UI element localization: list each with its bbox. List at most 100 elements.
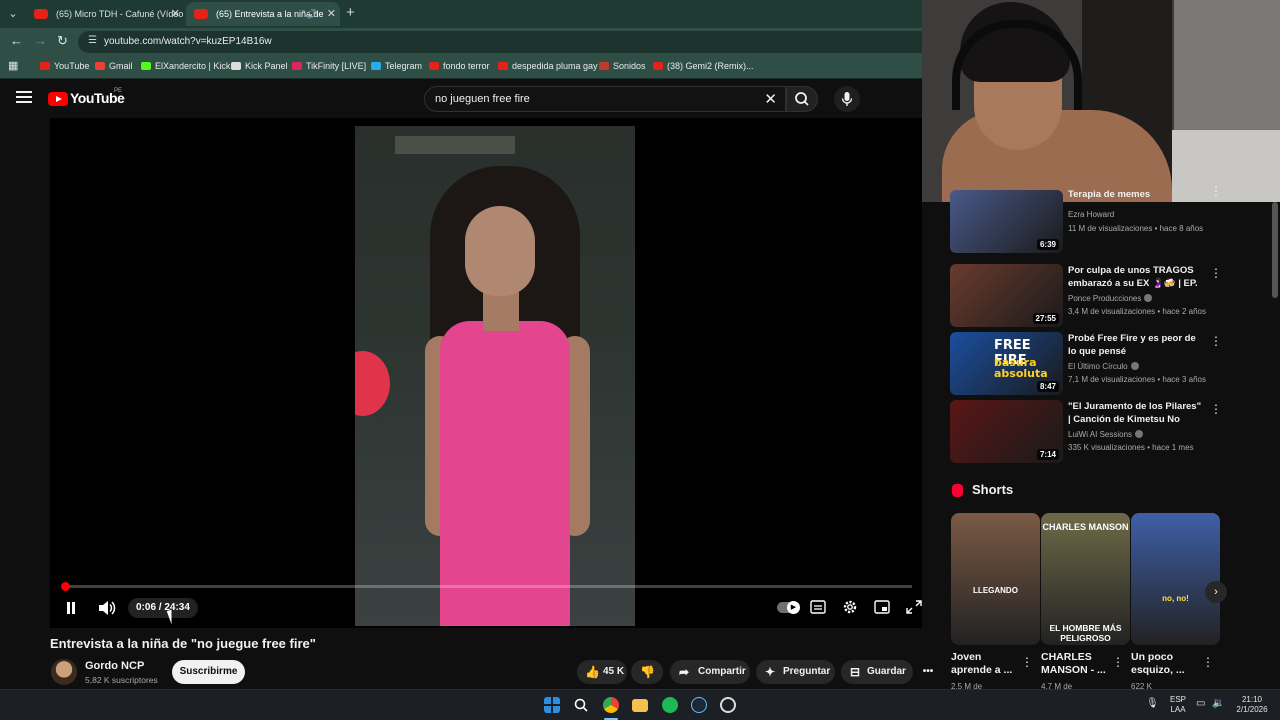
short-card[interactable]: no, no! xyxy=(1131,513,1220,645)
bookmark-sonidos[interactable]: Sonidos xyxy=(599,61,646,71)
site-info-icon[interactable]: ☰ xyxy=(88,35,97,46)
steam-icon[interactable] xyxy=(691,697,707,713)
video-title: Entrevista a la niña de "no juegue free … xyxy=(50,636,316,651)
more-vert-icon[interactable]: ⋮ xyxy=(1210,266,1222,280)
file-explorer-icon[interactable] xyxy=(632,699,648,712)
dislike-button[interactable]: 👎 xyxy=(631,660,663,684)
more-vert-icon[interactable]: ⋮ xyxy=(1112,655,1124,669)
settings-gear-icon[interactable] xyxy=(842,599,858,615)
youtube-play-logo-icon xyxy=(48,92,68,106)
bookmark-youtube[interactable]: YouTube xyxy=(40,61,89,71)
related-channel[interactable]: Ponce Producciones xyxy=(1068,294,1153,303)
sonidos-icon xyxy=(599,62,609,70)
more-vert-icon[interactable]: ⋮ xyxy=(1202,655,1214,669)
reload-icon[interactable]: ↻ xyxy=(57,33,68,49)
subtitles-icon[interactable] xyxy=(810,600,826,614)
more-actions-button[interactable]: ••• xyxy=(916,660,940,684)
bookmark-kick-panel[interactable]: Kick Panel xyxy=(231,61,288,71)
ask-button[interactable]: ✦ Preguntar xyxy=(756,660,835,684)
video-player[interactable]: 0:06 / 24:34 xyxy=(50,118,922,628)
network-icon[interactable]: ▭ xyxy=(1196,699,1205,709)
related-title[interactable]: Por culpa de unos TRAGOS embarazó a su E… xyxy=(1068,264,1206,291)
youtube-icon xyxy=(429,62,439,70)
video-thumbnail[interactable]: 6:39 xyxy=(950,190,1063,253)
related-video[interactable]: 7:14 "El Juramento de los Pilares" | Can… xyxy=(950,400,1222,464)
tab-search-icon[interactable]: ⌄ xyxy=(4,5,22,23)
more-vert-icon[interactable]: ⋮ xyxy=(1210,184,1222,198)
sidebar-scrollbar[interactable] xyxy=(1272,202,1278,298)
short-title[interactable]: Un poco esquizo, ... xyxy=(1131,651,1191,677)
bookmark-icon: ⊟ xyxy=(850,665,861,679)
clock[interactable]: 21:10 2/1/2026 xyxy=(1232,695,1272,715)
hamburger-menu-icon[interactable] xyxy=(16,91,32,103)
spotify-icon[interactable] xyxy=(662,697,678,713)
language-indicator[interactable]: ESP LAA xyxy=(1168,695,1188,715)
related-channel[interactable]: El Último Círculo xyxy=(1068,362,1139,371)
video-thumbnail[interactable]: FREE FIRE basura absoluta 8:47 xyxy=(950,332,1063,395)
video-thumbnail[interactable]: 27:55 xyxy=(950,264,1063,327)
more-vert-icon[interactable]: ⋮ xyxy=(1021,655,1033,669)
progress-bar[interactable] xyxy=(61,582,912,591)
volume-icon[interactable] xyxy=(98,600,116,616)
clear-search-icon[interactable]: ✕ xyxy=(764,90,777,108)
pause-icon[interactable] xyxy=(66,602,76,614)
more-vert-icon[interactable]: ⋮ xyxy=(1210,402,1222,416)
related-title[interactable]: Terapia de memes xyxy=(1068,188,1206,202)
forward-icon[interactable]: → xyxy=(34,33,47,48)
tab-entrevista[interactable]: (65) Entrevista a la niña de 🔊 ✕ xyxy=(186,2,340,26)
subscribe-button[interactable]: Suscribirme xyxy=(172,660,245,684)
video-frame xyxy=(355,126,635,626)
search-button[interactable] xyxy=(786,86,818,112)
back-icon[interactable]: ← xyxy=(10,33,23,48)
bookmark-gmail[interactable]: Gmail xyxy=(95,61,133,71)
autoplay-toggle[interactable] xyxy=(777,601,800,614)
bookmark-despedida[interactable]: despedida pluma gay xyxy=(498,61,598,71)
fullscreen-icon[interactable] xyxy=(906,600,922,614)
obs-icon[interactable] xyxy=(720,697,736,713)
bookmark-tikfinity[interactable]: TikFinity [LIVE] xyxy=(292,61,366,71)
bookmark-telegram[interactable]: Telegram xyxy=(371,61,422,71)
shorts-next-button[interactable]: › xyxy=(1205,581,1227,603)
apps-grid-icon[interactable]: ▦ xyxy=(8,60,20,72)
windows-taskbar: 🎙 ESP LAA ▭ 🔉 21:10 2/1/2026 xyxy=(0,689,1280,720)
related-title[interactable]: Probé Free Fire y es peor de lo que pens… xyxy=(1068,332,1206,359)
tab-micro-tdh[interactable]: (65) Micro TDH - Cafuné (Vídeo ✕ xyxy=(26,2,184,26)
short-title[interactable]: CHARLES MANSON - ... xyxy=(1041,651,1107,677)
voice-search-button[interactable] xyxy=(834,86,860,112)
short-card[interactable]: LLEGANDO xyxy=(951,513,1040,645)
video-thumbnail[interactable]: 7:14 xyxy=(950,400,1063,463)
microphone-tray-icon[interactable]: 🎙 xyxy=(1146,699,1159,709)
speaker-icon[interactable]: 🔊 xyxy=(307,2,318,26)
related-channel[interactable]: Ezra Howard xyxy=(1068,210,1114,219)
channel-name[interactable]: Gordo NCP xyxy=(85,660,144,672)
share-button[interactable]: ➦ Compartir xyxy=(670,660,750,684)
new-tab-button[interactable]: + xyxy=(346,4,355,21)
more-vert-icon[interactable]: ⋮ xyxy=(1210,334,1222,348)
scrubber-handle[interactable] xyxy=(61,582,71,591)
windows-start-icon[interactable] xyxy=(544,697,560,713)
search-icon[interactable] xyxy=(573,697,589,713)
close-tab-icon[interactable]: ✕ xyxy=(171,2,180,26)
related-video[interactable]: 6:39 Terapia de memes Ezra Howard 11 M d… xyxy=(950,184,1222,254)
bookmark-fondo-terror[interactable]: fondo terror xyxy=(429,61,490,71)
shorts-heading: Shorts xyxy=(972,482,1014,497)
save-button[interactable]: ⊟ Guardar xyxy=(841,660,913,684)
bookmark-kick[interactable]: ElXandercito | Kick xyxy=(141,61,230,71)
channel-avatar[interactable] xyxy=(51,659,77,685)
volume-tray-icon[interactable]: 🔉 xyxy=(1212,699,1224,709)
chrome-icon[interactable] xyxy=(603,697,619,713)
url-field[interactable]: ☰ youtube.com/watch?v=kuzEP14B16w xyxy=(78,31,938,53)
related-video[interactable]: 27:55 Por culpa de unos TRAGOS embarazó … xyxy=(950,264,1222,328)
short-card[interactable]: CHARLES MANSON EL HOMBRE MÁS PELIGROSO xyxy=(1041,513,1130,645)
related-meta: 11 M de visualizaciones • hace 8 años xyxy=(1068,224,1204,233)
search-input[interactable]: no jueguen free fire ✕ xyxy=(424,86,786,112)
microphone-icon xyxy=(841,92,853,106)
related-video[interactable]: FREE FIRE basura absoluta 8:47 Probé Fre… xyxy=(950,332,1222,396)
like-button[interactable]: 👍 45 K xyxy=(577,660,627,684)
miniplayer-icon[interactable] xyxy=(874,600,890,614)
related-title[interactable]: "El Juramento de los Pilares" | Canción … xyxy=(1068,400,1206,427)
related-channel[interactable]: LuiWi AI Sessions xyxy=(1068,430,1144,439)
bookmark-gemi2[interactable]: (38) Gemi2 (Remix)... xyxy=(653,61,754,71)
short-title[interactable]: Joven aprende a ... xyxy=(951,651,1013,677)
close-tab-icon[interactable]: ✕ xyxy=(327,2,336,26)
